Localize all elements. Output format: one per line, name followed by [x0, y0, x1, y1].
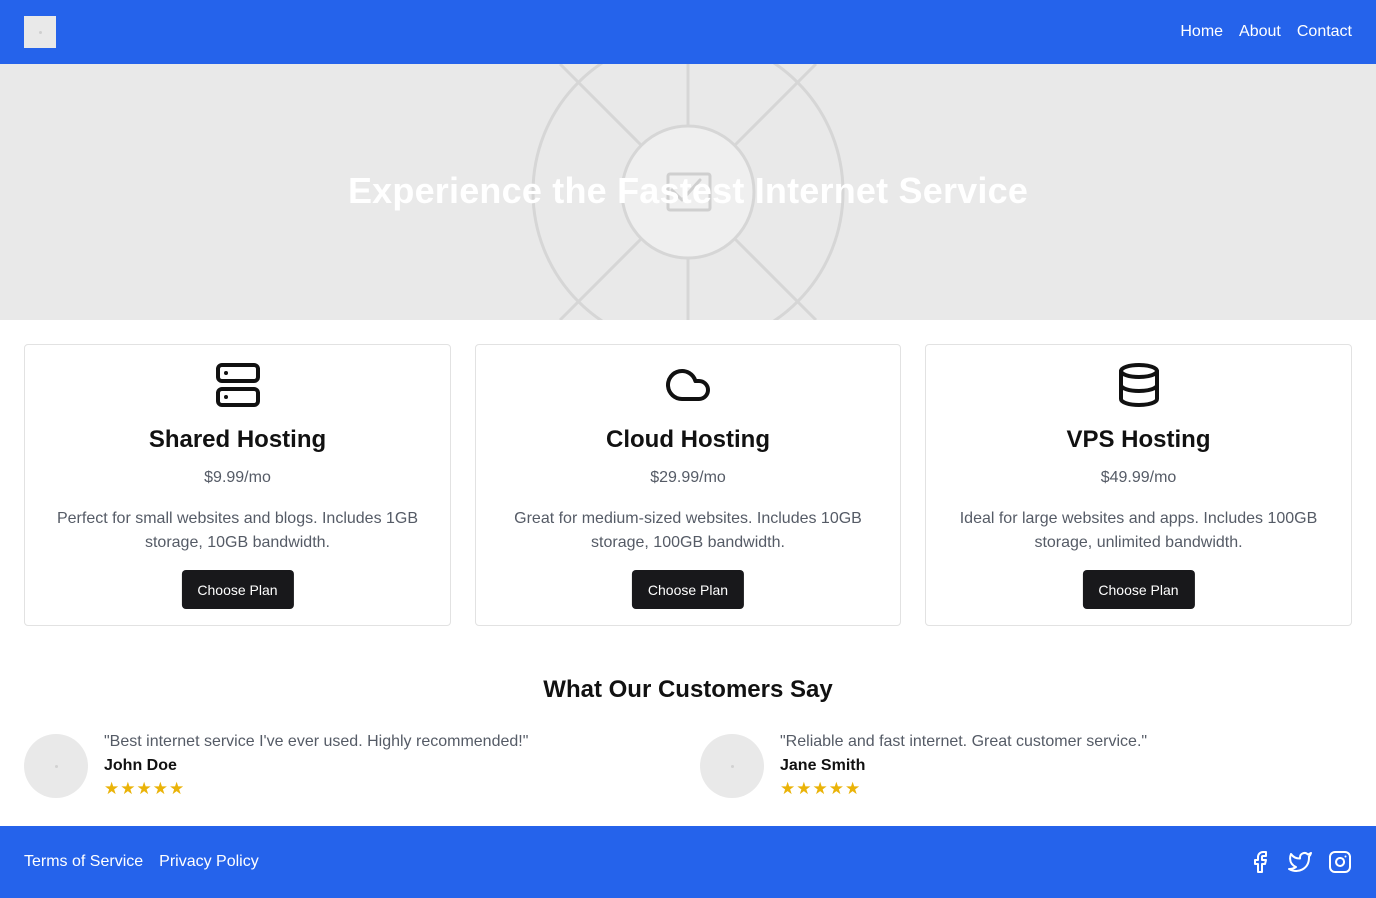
- logo-image-placeholder-icon[interactable]: [24, 16, 56, 48]
- cloud-icon: [666, 369, 710, 401]
- choose-plan-button[interactable]: Choose Plan: [1082, 570, 1195, 609]
- plan-price: $29.99/mo: [650, 469, 726, 486]
- facebook-icon[interactable]: [1248, 850, 1272, 874]
- twitter-icon[interactable]: [1288, 850, 1312, 874]
- nav-contact-link[interactable]: Contact: [1297, 23, 1352, 41]
- plan-description: Great for medium-sized websites. Include…: [514, 510, 862, 551]
- server-icon: [215, 363, 260, 407]
- plan-price: $49.99/mo: [1100, 469, 1177, 486]
- plan-name: Cloud Hosting: [606, 426, 770, 453]
- testimonial-author: John Doe: [104, 757, 177, 774]
- site-header: Home About Contact: [0, 0, 1376, 64]
- database-icon: [1118, 363, 1159, 407]
- plan-name: Shared Hosting: [148, 426, 327, 453]
- choose-plan-button[interactable]: Choose Plan: [181, 570, 294, 609]
- plan-card-vps: VPS Hosting $49.99/mo Ideal for large we…: [925, 344, 1352, 626]
- plan-description: Perfect for small websites and blogs. In…: [56, 510, 419, 551]
- terms-of-service-link[interactable]: Terms of Service: [24, 853, 143, 871]
- avatar: [24, 734, 88, 798]
- plan-description: Ideal for large websites and apps. Inclu…: [959, 510, 1318, 551]
- plan-name: VPS Hosting: [1066, 426, 1211, 453]
- instagram-icon[interactable]: [1328, 850, 1352, 874]
- testimonial-quote: "Reliable and fast internet. Great custo…: [780, 733, 1148, 750]
- site-footer: Terms of Service Privacy Policy: [0, 826, 1376, 898]
- privacy-policy-link[interactable]: Privacy Policy: [159, 853, 259, 871]
- choose-plan-button[interactable]: Choose Plan: [631, 570, 745, 609]
- main-nav: Home About Contact: [1180, 23, 1352, 41]
- testimonials-title: What Our Customers Say: [543, 676, 833, 703]
- hero-title: Experience the Fastest Internet Service: [347, 170, 1029, 211]
- plan-card-shared: Shared Hosting $9.99/mo Perfect for smal…: [24, 344, 451, 626]
- avatar: [700, 734, 764, 798]
- nav-home-link[interactable]: Home: [1180, 23, 1223, 41]
- testimonial-quote: "Best internet service I've ever used. H…: [104, 733, 529, 750]
- plan-price: $9.99/mo: [204, 469, 271, 486]
- plan-card-cloud: Cloud Hosting $29.99/mo Great for medium…: [475, 344, 901, 626]
- nav-about-link[interactable]: About: [1239, 23, 1281, 41]
- star-rating-icon: ★★★★★: [104, 779, 186, 798]
- star-rating-icon: ★★★★★: [780, 779, 862, 798]
- testimonial-author: Jane Smith: [780, 757, 866, 774]
- hero-banner: Experience the Fastest Internet Service: [0, 64, 1376, 320]
